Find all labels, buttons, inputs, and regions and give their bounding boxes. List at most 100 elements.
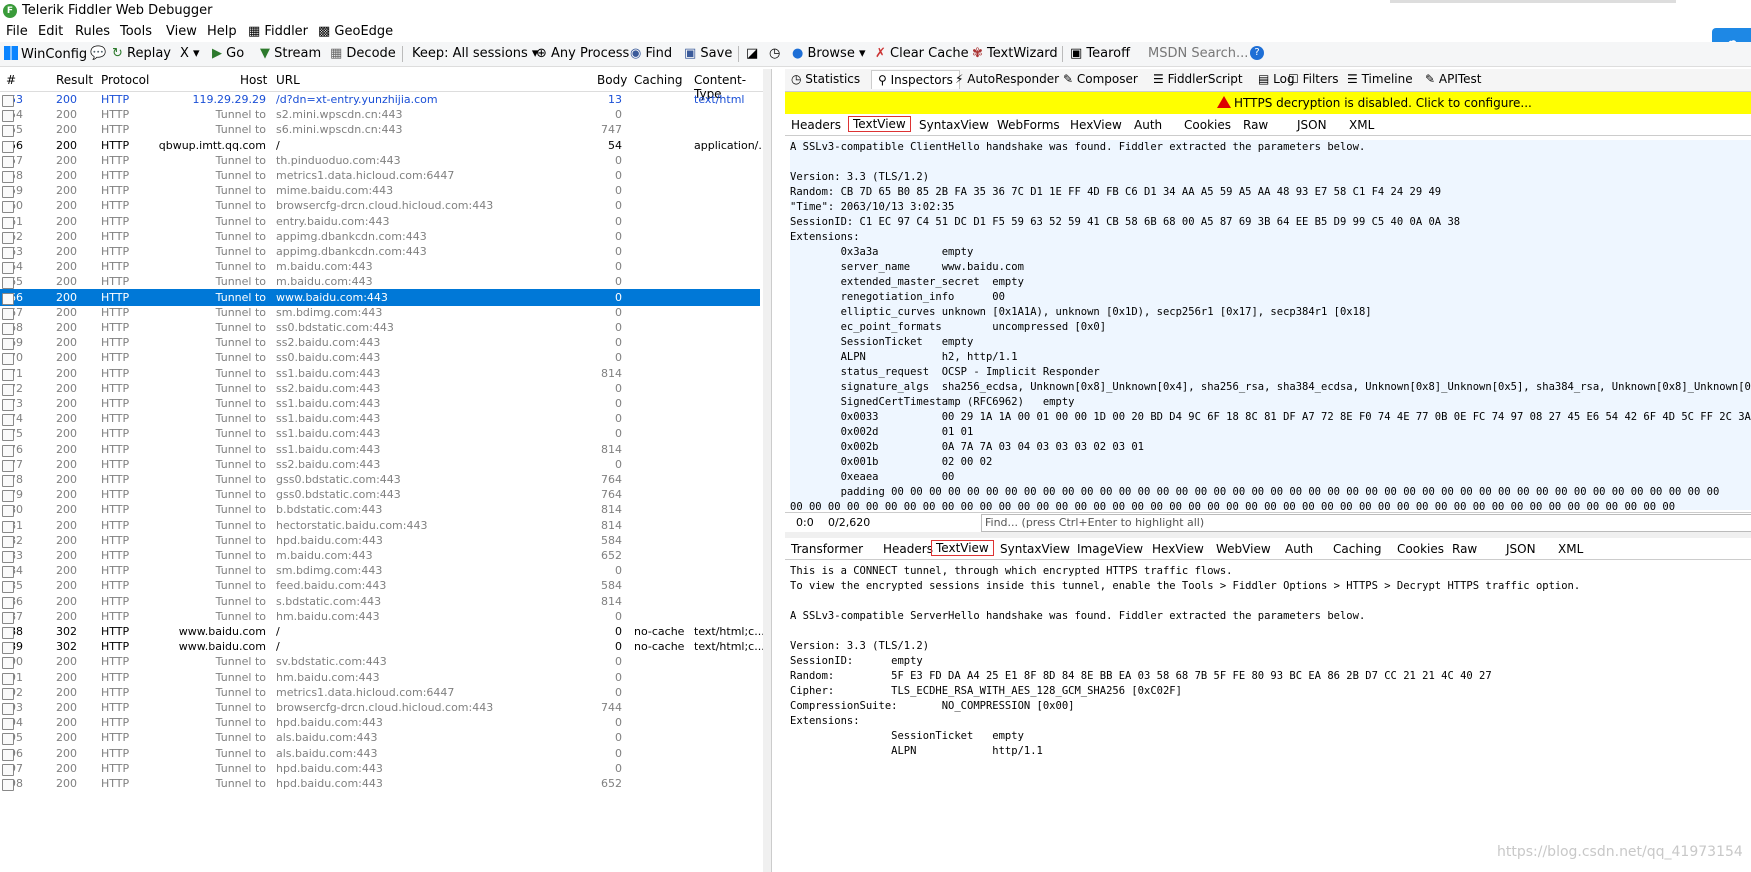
session-cell-body: 0 (615, 427, 622, 441)
sessions-scrollbar[interactable] (763, 69, 771, 872)
replay-button[interactable]: ↻ Replay (112, 46, 171, 61)
tab-inspectors[interactable]: ⚲ Inspectors (871, 70, 960, 89)
tab-statistics[interactable]: ◷ Statistics (791, 72, 860, 86)
inspect-icon: ⚲ (878, 73, 891, 87)
stream-label: Stream (274, 46, 322, 61)
resp-tab-imageview[interactable]: ImageView (1077, 542, 1143, 556)
resp-tab-cookies[interactable]: Cookies (1397, 542, 1444, 556)
resp-tab-xml[interactable]: XML (1558, 542, 1583, 556)
resp-tab-caching[interactable]: Caching (1333, 542, 1382, 556)
session-cell-url: hpd.baidu.com:443 (276, 716, 383, 730)
resp-tab-headers[interactable]: Headers (883, 542, 933, 556)
req-tab-xml[interactable]: XML (1349, 118, 1374, 132)
req-tab-auth[interactable]: Auth (1134, 118, 1162, 132)
col-number[interactable]: # (6, 73, 16, 87)
timer-button[interactable]: ◷ (769, 46, 780, 61)
msdn-search-input[interactable]: MSDN Search... (1148, 46, 1248, 61)
speech-bubble-icon: 💬 (90, 46, 107, 61)
menu-rules[interactable]: Rules (75, 24, 110, 39)
session-cell-protocol: HTTP (101, 488, 130, 502)
session-cell-result: 200 (56, 777, 77, 790)
save-button[interactable]: ▣ Save (684, 46, 732, 61)
lock-icon (2, 444, 14, 457)
resp-tab-webview[interactable]: WebView (1216, 542, 1271, 556)
session-cell-id: 456 (2, 139, 44, 153)
browse-button[interactable]: ● Browse ▾ (792, 46, 866, 61)
session-cell-id: 465 (2, 275, 44, 290)
resp-tab-syntaxview[interactable]: SyntaxView (1000, 542, 1070, 556)
resp-tab-raw[interactable]: Raw (1452, 542, 1477, 556)
req-tab-webforms[interactable]: WebForms (997, 118, 1060, 132)
keep-sessions-dropdown[interactable]: Keep: All sessions ▾ (412, 46, 538, 61)
help-icon[interactable]: ? (1250, 46, 1264, 60)
go-button[interactable]: ▶ Go (212, 46, 244, 61)
session-cell-url: hpd.baidu.com:443 (276, 533, 383, 547)
response-textview[interactable]: This is a CONNECT tunnel, through which … (790, 564, 1751, 872)
menu-geoedge[interactable]: ▩ GeoEdge (318, 24, 393, 39)
session-cell-body: 0 (615, 685, 622, 699)
req-tab-json[interactable]: JSON (1297, 118, 1327, 132)
winconfig-button[interactable]: WinConfig (4, 46, 87, 62)
req-tab-headers[interactable]: Headers (791, 118, 841, 132)
tearoff-button[interactable]: ▣ Tearoff (1070, 46, 1130, 61)
req-tab-raw[interactable]: Raw (1243, 118, 1268, 132)
col-host[interactable]: Host (240, 73, 267, 87)
decode-icon: ▦ (330, 46, 347, 61)
comment-button[interactable]: 💬 (90, 46, 106, 61)
tab-apitest[interactable]: ✎ APITest (1425, 72, 1482, 86)
col-protocol[interactable]: Protocol (101, 73, 149, 87)
col-result[interactable]: Result (56, 73, 93, 87)
screenshot-button[interactable]: ◪ (746, 46, 758, 61)
session-cell-result: 200 (56, 716, 77, 730)
menu-file[interactable]: File (6, 24, 28, 39)
menu-view[interactable]: View (166, 24, 197, 39)
menu-fiddler[interactable]: ▦ Fiddler (248, 24, 308, 39)
resp-tab-auth[interactable]: Auth (1285, 542, 1313, 556)
decode-button[interactable]: ▦ Decode (330, 46, 396, 61)
menu-help[interactable]: Help (207, 24, 237, 39)
tab-filters[interactable]: ☐ Filters (1288, 72, 1339, 86)
resp-tab-transformer[interactable]: Transformer (791, 542, 863, 556)
tab-fiddlerscript[interactable]: ☰ FiddlerScript (1153, 72, 1243, 86)
resp-tab-hexview[interactable]: HexView (1152, 542, 1204, 556)
col-url[interactable]: URL (276, 73, 300, 87)
session-cell-body: 0 (615, 153, 622, 167)
session-cell-body: 814 (601, 503, 622, 517)
textwizard-button[interactable]: ✾ TextWizard (972, 46, 1058, 61)
tab-autoresponder[interactable]: ⚡ AutoResponder (955, 72, 1059, 86)
find-button[interactable]: ◉ Find (630, 46, 672, 61)
tab-composer[interactable]: ✎ Composer (1063, 72, 1138, 86)
session-cell-body: 0 (615, 412, 622, 426)
lock-icon (2, 231, 14, 244)
clear-cache-button[interactable]: ✗ Clear Cache (875, 46, 969, 61)
resp-tab-textview[interactable]: TextView (931, 540, 994, 556)
menu-edit[interactable]: Edit (38, 24, 63, 39)
session-cell-url: hm.baidu.com:443 (276, 670, 380, 684)
resp-tab-json[interactable]: JSON (1506, 542, 1536, 556)
request-textview[interactable]: A SSLv3-compatible ClientHello handshake… (790, 140, 1751, 510)
session-row[interactable]: 498 200 HTTP Tunnel to hpd.baidu.com:443 652 (0, 775, 760, 792)
col-body[interactable]: Body (597, 73, 627, 87)
any-process-button[interactable]: ⊕ Any Process (536, 46, 629, 61)
req-tab-syntaxview[interactable]: SyntaxView (919, 118, 989, 132)
session-cell-result: 200 (56, 731, 77, 745)
req-tab-cookies[interactable]: Cookies (1184, 118, 1231, 132)
remove-button[interactable]: X ▾ (180, 46, 200, 61)
session-cell-id: 486 (2, 595, 44, 609)
tab-timeline[interactable]: ☰ Timeline (1347, 72, 1413, 86)
session-cell-body: 0 (615, 397, 622, 410)
lock-icon (2, 459, 14, 472)
pane-splitter[interactable] (785, 532, 1751, 538)
find-input[interactable]: Find... (press Ctrl+Enter to highlight a… (981, 514, 1751, 532)
col-caching[interactable]: Caching (634, 73, 683, 87)
session-cell-body: 814 (601, 366, 622, 380)
req-tab-hexview[interactable]: HexView (1070, 118, 1122, 132)
session-cell-id: 469 (2, 336, 44, 351)
req-tab-textview[interactable]: TextView (848, 116, 911, 132)
stream-button[interactable]: ▼ Stream (260, 46, 321, 61)
session-cell-id: 498 (2, 777, 44, 791)
https-warning-bar[interactable]: HTTPS decryption is disabled. Click to c… (785, 92, 1751, 114)
session-cell-id: 468 (2, 321, 44, 335)
session-cell-protocol: HTTP (101, 199, 130, 213)
menu-tools[interactable]: Tools (120, 24, 152, 39)
